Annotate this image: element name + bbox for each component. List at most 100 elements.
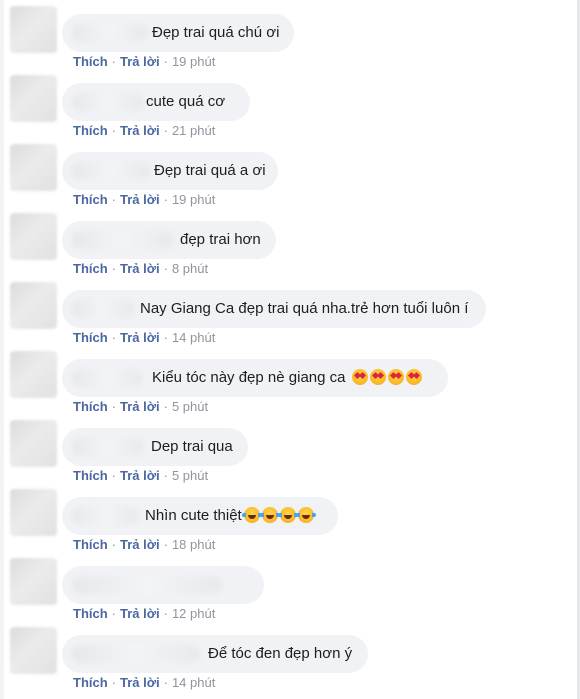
comment-item: Nay Giang Ca đẹp trai quá nha.trẻ hơn tu… bbox=[0, 282, 570, 351]
commenter-name-redacted[interactable] bbox=[72, 93, 144, 111]
avatar[interactable] bbox=[10, 6, 57, 53]
comment-timestamp[interactable]: 14 phút bbox=[172, 330, 215, 345]
comment-actions: Thích · Trả lời · 18 phút bbox=[73, 537, 215, 553]
separator: · bbox=[111, 261, 117, 276]
avatar[interactable] bbox=[10, 75, 57, 122]
comment-item: Nhìn cute thiệt Thích · Trả lời · 18 phút bbox=[0, 489, 570, 558]
reply-link[interactable]: Trả lời bbox=[120, 54, 160, 69]
comment-text: Nhìn cute thiệt bbox=[145, 497, 316, 535]
comment-text: đẹp trai hơn bbox=[180, 231, 261, 248]
separator: · bbox=[163, 261, 168, 276]
avatar[interactable] bbox=[10, 213, 57, 260]
comment-item: Dep trai qua Thích · Trả lời · 5 phút bbox=[0, 420, 570, 489]
reply-link[interactable]: Trả lời bbox=[120, 399, 160, 414]
comment-redacted[interactable] bbox=[72, 576, 222, 594]
like-link[interactable]: Thích bbox=[73, 537, 108, 552]
face-with-tears-of-joy-icon bbox=[259, 507, 280, 523]
avatar[interactable] bbox=[10, 420, 57, 467]
avatar[interactable] bbox=[10, 627, 57, 674]
separator: · bbox=[111, 468, 117, 483]
commenter-name-redacted[interactable] bbox=[72, 645, 200, 663]
comment-actions: Thích · Trả lời · 14 phút bbox=[73, 330, 215, 346]
reply-link[interactable]: Trả lời bbox=[120, 606, 160, 621]
smiling-face-with-heart-eyes-icon bbox=[387, 369, 404, 385]
separator: · bbox=[163, 192, 168, 207]
separator: · bbox=[111, 537, 117, 552]
comment-timestamp[interactable]: 21 phút bbox=[172, 123, 215, 138]
comment-bubble: Nay Giang Ca đẹp trai quá nha.trẻ hơn tu… bbox=[62, 290, 486, 328]
comment-actions: Thích · Trả lời · 14 phút bbox=[73, 675, 215, 691]
comment-bubble: Nhìn cute thiệt bbox=[62, 497, 338, 535]
comment-list: Đẹp trai quá chú ơi Thích · Trả lời · 19 phú… bbox=[0, 0, 580, 699]
avatar[interactable] bbox=[10, 558, 57, 605]
comment-item: Thích · Trả lời · 12 phút bbox=[0, 558, 570, 627]
separator: · bbox=[163, 399, 168, 414]
commenter-name-redacted[interactable] bbox=[72, 438, 144, 456]
comment-actions: Thích · Trả lời · 12 phút bbox=[73, 606, 215, 622]
commenter-name-redacted[interactable] bbox=[72, 507, 138, 525]
commenter-name-redacted[interactable] bbox=[72, 231, 174, 249]
avatar[interactable] bbox=[10, 282, 57, 329]
commenter-name-redacted[interactable] bbox=[72, 24, 148, 42]
comment-timestamp[interactable]: 5 phút bbox=[172, 399, 208, 414]
like-link[interactable]: Thích bbox=[73, 123, 108, 138]
like-link[interactable]: Thích bbox=[73, 468, 108, 483]
comment-timestamp[interactable]: 19 phút bbox=[172, 54, 215, 69]
separator: · bbox=[163, 675, 168, 690]
reply-link[interactable]: Trả lời bbox=[120, 192, 160, 207]
reply-link[interactable]: Trả lời bbox=[120, 537, 160, 552]
smiling-face-with-heart-eyes-icon bbox=[405, 369, 422, 385]
reply-link[interactable]: Trả lời bbox=[120, 675, 160, 690]
comment-actions: Thích · Trả lời · 8 phút bbox=[73, 261, 208, 277]
avatar[interactable] bbox=[10, 489, 57, 536]
reply-link[interactable]: Trả lời bbox=[120, 330, 160, 345]
like-link[interactable]: Thích bbox=[73, 192, 108, 207]
face-with-tears-of-joy-icon bbox=[241, 507, 262, 523]
like-link[interactable]: Thích bbox=[73, 606, 108, 621]
commenter-name-redacted[interactable] bbox=[72, 369, 142, 387]
commenter-name-redacted[interactable] bbox=[72, 300, 134, 318]
separator: · bbox=[163, 606, 168, 621]
smiling-face-with-heart-eyes-icon bbox=[369, 369, 386, 385]
separator: · bbox=[163, 468, 168, 483]
separator: · bbox=[111, 399, 117, 414]
comment-bubble: cute quá cơ bbox=[62, 83, 250, 121]
like-link[interactable]: Thích bbox=[73, 330, 108, 345]
separator: · bbox=[163, 54, 168, 69]
separator: · bbox=[111, 330, 117, 345]
comment-bubble bbox=[62, 566, 264, 604]
comment-timestamp[interactable]: 8 phút bbox=[172, 261, 208, 276]
comment-actions: Thích · Trả lời · 19 phút bbox=[73, 192, 215, 208]
like-link[interactable]: Thích bbox=[73, 675, 108, 690]
like-link[interactable]: Thích bbox=[73, 261, 108, 276]
comment-timestamp[interactable]: 19 phút bbox=[172, 192, 215, 207]
commenter-name-redacted[interactable] bbox=[72, 162, 150, 180]
reply-link[interactable]: Trả lời bbox=[120, 261, 160, 276]
separator: · bbox=[111, 54, 117, 69]
like-link[interactable]: Thích bbox=[73, 399, 108, 414]
separator: · bbox=[111, 123, 117, 138]
comment-text: Nay Giang Ca đẹp trai quá nha.trẻ hơn tu… bbox=[140, 300, 469, 317]
avatar[interactable] bbox=[10, 351, 57, 398]
comment-text: Dep trai qua bbox=[151, 438, 233, 455]
separator: · bbox=[163, 537, 168, 552]
avatar[interactable] bbox=[10, 144, 57, 191]
comment-timestamp[interactable]: 14 phút bbox=[172, 675, 215, 690]
comment-timestamp[interactable]: 12 phút bbox=[172, 606, 215, 621]
reply-link[interactable]: Trả lời bbox=[120, 468, 160, 483]
comment-bubble: Kiểu tóc này đẹp nè giang ca bbox=[62, 359, 448, 397]
smiling-face-with-heart-eyes-icon bbox=[351, 369, 368, 385]
comment-timestamp[interactable]: 18 phút bbox=[172, 537, 215, 552]
comment-item: Đẹp trai quá chú ơi Thích · Trả lời · 19 phú… bbox=[0, 6, 570, 75]
like-link[interactable]: Thích bbox=[73, 54, 108, 69]
comment-timestamp[interactable]: 5 phút bbox=[172, 468, 208, 483]
reply-link[interactable]: Trả lời bbox=[120, 123, 160, 138]
comment-bubble: Đẹp trai quá chú ơi bbox=[62, 14, 294, 52]
comment-bubble: Đẹp trai quá a ơi bbox=[62, 152, 278, 190]
comment-actions: Thích · Trả lời · 19 phút bbox=[73, 54, 215, 70]
comment-text: Kiểu tóc này đẹp nè giang ca bbox=[152, 359, 422, 397]
comment-item: Để tóc đen đẹp hơn ý Thích · Trả lời · 14 ph… bbox=[0, 627, 570, 696]
separator: · bbox=[111, 192, 117, 207]
separator: · bbox=[111, 675, 117, 690]
comment-item: Đẹp trai quá a ơi Thích · Trả lời · 19 phút bbox=[0, 144, 570, 213]
